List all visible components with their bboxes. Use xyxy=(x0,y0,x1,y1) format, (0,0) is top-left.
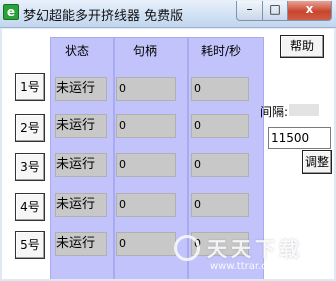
row-1-status: 未运行 xyxy=(55,77,107,101)
row-2-handle: 0 xyxy=(116,114,176,138)
interval-input[interactable] xyxy=(268,127,331,149)
help-button[interactable]: 帮助 xyxy=(280,35,324,58)
row-4-time: 0 xyxy=(191,193,249,217)
maximize-button[interactable]: □ xyxy=(262,1,288,21)
row-3-status: 未运行 xyxy=(55,153,107,177)
window-title: 梦幻超能多开挤线器 免费版 xyxy=(23,9,184,24)
minimize-button[interactable]: – xyxy=(236,1,263,21)
row-3-time: 0 xyxy=(191,153,249,177)
instance-4-button[interactable]: 4号 xyxy=(15,193,45,221)
row-2-status: 未运行 xyxy=(55,114,107,138)
app-icon: e xyxy=(3,4,19,20)
column-header-handle: 句柄 xyxy=(133,44,158,58)
instance-2-button[interactable]: 2号 xyxy=(15,114,45,142)
row-4-handle: 0 xyxy=(116,193,176,217)
interval-label: 间隔: xyxy=(260,105,289,119)
row-5-status: 未运行 xyxy=(55,232,107,256)
column-header-status: 状态 xyxy=(65,44,90,58)
instance-5-button[interactable]: 5号 xyxy=(15,231,45,259)
row-4-status: 未运行 xyxy=(55,193,107,217)
row-3-handle: 0 xyxy=(116,153,176,177)
row-1-handle: 0 xyxy=(116,77,176,101)
adjust-button[interactable]: 调整 xyxy=(302,150,332,174)
instance-1-button[interactable]: 1号 xyxy=(15,73,45,101)
row-5-time: 0 xyxy=(191,232,249,256)
title-bar: e 梦幻超能多开挤线器 免费版 – □ x xyxy=(0,0,336,28)
row-5-handle: 0 xyxy=(116,232,176,256)
main-panel: 状态 句柄 耗时/秒 帮助 1号 未运行 0 0 2号 未运行 0 0 3号 未… xyxy=(2,29,334,279)
column-header-time: 耗时/秒 xyxy=(201,44,242,58)
row-1-time: 0 xyxy=(191,77,249,101)
interval-indicator xyxy=(289,104,319,116)
row-2-time: 0 xyxy=(191,114,249,138)
instance-3-button[interactable]: 3号 xyxy=(15,153,45,181)
close-button[interactable]: x xyxy=(287,1,332,21)
